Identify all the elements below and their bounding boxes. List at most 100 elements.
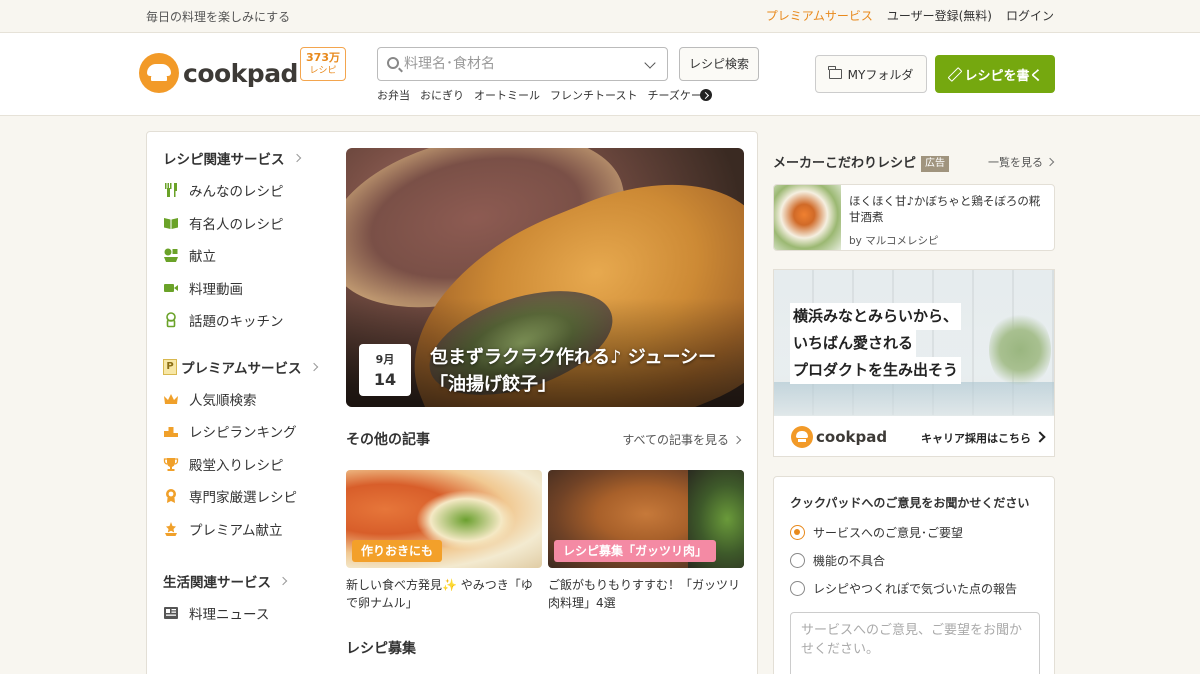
my-folder-button[interactable]: MYフォルダ <box>815 55 927 93</box>
feedback-option-report[interactable]: レシピやつくれぽで気づいた点の報告 <box>790 580 1017 597</box>
nav-item-label: 殿堂入りレシピ <box>189 457 284 474</box>
nav-item-topic-kitchen[interactable]: 話題のキッチン <box>163 304 333 337</box>
premium-badge-icon: P <box>163 358 177 375</box>
article-date: 9月 14 <box>359 344 411 396</box>
fork-knife-icon <box>163 182 179 198</box>
nav-item-label: 人気順検索 <box>189 392 257 409</box>
search-input[interactable] <box>404 48 634 80</box>
radio-checked-icon[interactable] <box>790 525 805 540</box>
chef-hat-icon <box>163 312 179 328</box>
maker-recipes-heading-label: メーカーこだわりレシピ <box>773 156 917 171</box>
ranking-icon <box>163 423 179 439</box>
pen-icon <box>947 68 959 80</box>
my-folder-label: MYフォルダ <box>847 67 914 82</box>
life-services-heading[interactable]: 生活関連サービス <box>163 571 333 591</box>
trophy-icon <box>163 456 179 472</box>
other-articles-heading: その他の記事 すべての記事を見る <box>346 429 744 449</box>
premium-service-link[interactable]: プレミアムサービス <box>766 7 873 24</box>
banner-line-3: プロダクトを生み出そう <box>790 357 962 384</box>
nav-item-cooking-news[interactable]: 料理ニュース <box>163 597 333 630</box>
nav-item-label: 専門家厳選レシピ <box>189 490 297 507</box>
search-button[interactable]: レシピ検索 <box>679 47 759 81</box>
meal-set-icon <box>163 247 179 263</box>
nav-item-everyone-recipes[interactable]: みんなのレシピ <box>163 174 333 207</box>
recipe-recruit-heading: レシピ募集 <box>346 641 416 657</box>
feedback-option-service[interactable]: サービスへのご意見･ご要望 <box>790 524 963 541</box>
banner-headline: 横浜みなとみらいから、 いちばん愛される プロダクトを生み出そう <box>790 303 962 384</box>
recipe-count: 373万 <box>306 51 340 64</box>
featured-article[interactable]: 9月 14 包まずラクラク作れる♪ ジューシー 「油揚げ餃子」 <box>346 148 744 407</box>
careers-banner[interactable]: 横浜みなとみらいから、 いちばん愛される プロダクトを生み出そう cookpad… <box>773 269 1055 457</box>
chef-hat-logo-icon <box>139 53 179 93</box>
suggestion-link[interactable]: オートミール <box>474 87 540 103</box>
feedback-option-bug[interactable]: 機能の不具合 <box>790 552 885 569</box>
view-list-link[interactable]: 一覧を見る <box>988 154 1053 170</box>
recipe-thumbnail <box>774 185 841 250</box>
nav-item-premium-menu[interactable]: プレミアム献立 <box>163 513 333 546</box>
chevron-down-icon[interactable] <box>644 57 656 69</box>
nav-item-menu[interactable]: 献立 <box>163 239 333 272</box>
video-camera-icon <box>163 280 179 296</box>
nav-item-cooking-videos[interactable]: 料理動画 <box>163 272 333 305</box>
tagline: 毎日の料理を楽しみにする <box>146 10 291 24</box>
date-month: 9月 <box>375 353 395 366</box>
premium-services-heading[interactable]: P プレミアムサービス <box>163 357 333 377</box>
nav-item-celebrity-recipes[interactable]: 有名人のレシピ <box>163 207 333 240</box>
logo-text: cookpad <box>183 58 298 88</box>
feedback-textarea[interactable] <box>790 612 1040 674</box>
recipe-count-badge: 373万 レシピ <box>300 47 346 81</box>
article-caption: 新しい食べ方発見✨ やみつき「ゆで卵ナムル」 <box>346 578 533 610</box>
chevron-right-icon <box>292 153 301 163</box>
banner-footer: cookpad キャリア採用はこちら <box>774 416 1054 456</box>
article-card[interactable]: レシピ募集「ガッツリ肉」 ご飯がもりもりすすむ！「ガッツリ肉料理」4選 <box>548 470 744 612</box>
cookpad-logo[interactable]: cookpad <box>139 53 298 93</box>
nav-item-expert-recipes[interactable]: 専門家厳選レシピ <box>163 480 333 513</box>
article-image: レシピ募集「ガッツリ肉」 <box>548 470 744 568</box>
title-line-2: 「油揚げ餃子」 <box>430 374 556 395</box>
top-links: プレミアムサービス ユーザー登録(無料) ログイン <box>766 7 1054 24</box>
nav-item-label: 有名人のレシピ <box>189 216 284 233</box>
recipe-services-heading-label: レシピ関連サービス <box>163 152 285 168</box>
banner-line-1: 横浜みなとみらいから、 <box>790 303 962 330</box>
title-line-1: 包まずラクラク作れる♪ ジューシー <box>430 347 717 368</box>
search-box <box>377 47 668 81</box>
folder-icon <box>828 66 842 79</box>
search-icon <box>387 57 399 69</box>
nav-item-label: みんなのレシピ <box>189 184 284 201</box>
suggestion-link[interactable]: お弁当 <box>377 87 410 103</box>
radio-icon[interactable] <box>790 581 805 596</box>
option-label: サービスへのご意見･ご要望 <box>813 526 964 540</box>
register-link[interactable]: ユーザー登録(無料) <box>887 7 992 24</box>
nav-item-hall-of-fame[interactable]: 殿堂入りレシピ <box>163 448 333 481</box>
recipe-services-heading[interactable]: レシピ関連サービス <box>163 148 333 168</box>
nav-item-recipe-ranking[interactable]: レシピランキング <box>163 415 333 448</box>
premium-meal-icon <box>163 521 179 537</box>
life-services-heading-label: 生活関連サービス <box>163 575 271 591</box>
expert-icon <box>163 488 179 504</box>
write-recipe-button[interactable]: レシピを書く <box>935 55 1055 93</box>
nav-item-label: 献立 <box>189 249 216 266</box>
main-content-card: レシピ関連サービス みんなのレシピ 有名人のレシピ 献立 料理動画 話題のキッチ… <box>146 131 758 674</box>
nav-item-label: 話題のキッチン <box>189 314 284 331</box>
nav-item-label: プレミアム献立 <box>189 522 283 539</box>
sponsored-recipe-card[interactable]: ほくほく甘♪かぼちゃと鶏そぼろの糀甘酒煮 by マルコメレシピ <box>773 184 1055 251</box>
chevron-right-icon <box>309 362 318 371</box>
article-card[interactable]: 作りおきにも 新しい食べ方発見✨ やみつき「ゆで卵ナムル」 <box>346 470 542 612</box>
suggestion-link[interactable]: フレンチトースト <box>550 87 637 103</box>
article-tag: 作りおきにも <box>352 540 443 562</box>
feedback-question: クックパッドへのご意見をお聞かせください <box>790 496 1030 510</box>
radio-icon[interactable] <box>790 553 805 568</box>
login-link[interactable]: ログイン <box>1006 7 1054 24</box>
option-label: レシピやつくれぽで気づいた点の報告 <box>813 582 1018 596</box>
more-suggestions-arrow-icon[interactable] <box>700 89 712 101</box>
banner-tree <box>989 310 1051 390</box>
banner-logo: cookpad <box>791 426 887 448</box>
crown-icon <box>163 391 179 407</box>
suggestion-link[interactable]: おにぎり <box>420 87 464 103</box>
option-label: 機能の不具合 <box>813 554 886 568</box>
premium-services-heading-label: プレミアムサービス <box>181 360 302 377</box>
all-articles-link[interactable]: すべての記事を見る <box>622 431 740 448</box>
article-caption: ご飯がもりもりすすむ！「ガッツリ肉料理」4選 <box>548 578 741 610</box>
nav-item-popular-search[interactable]: 人気順検索 <box>163 383 333 416</box>
careers-link[interactable]: キャリア採用はこちら <box>921 430 1044 446</box>
